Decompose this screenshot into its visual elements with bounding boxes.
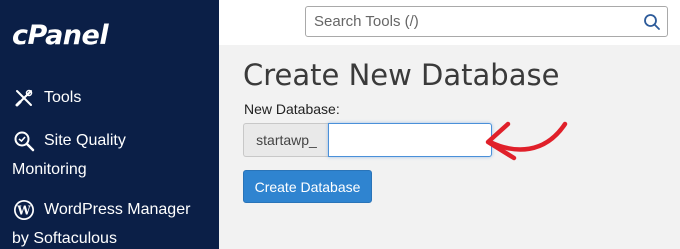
sidebar-item-label: Site Quality	[44, 132, 126, 149]
sidebar-item-label-continued: Monitoring	[12, 161, 87, 178]
create-database-button[interactable]: Create Database	[243, 170, 372, 203]
sidebar: cPanel Tools Site Quality Monitoring W W…	[0, 0, 219, 249]
sidebar-item-site-quality-monitoring[interactable]: Site Quality Monitoring	[12, 126, 126, 184]
tools-icon	[12, 86, 36, 110]
new-database-label: New Database:	[244, 101, 340, 117]
svg-text:W: W	[16, 203, 31, 217]
search-input[interactable]	[306, 7, 636, 36]
sidebar-item-tools[interactable]: Tools	[12, 83, 81, 112]
magnifier-icon	[12, 129, 36, 153]
sidebar-item-label: WordPress Manager	[44, 201, 191, 218]
database-prefix: startawp_	[243, 123, 329, 157]
page-title: Create New Database	[243, 58, 560, 92]
annotation-arrow-icon	[485, 121, 568, 161]
sidebar-item-wordpress-manager[interactable]: W WordPress Manager by Softaculous	[12, 195, 190, 249]
cpanel-logo[interactable]: cPanel	[12, 20, 109, 51]
search-icon[interactable]	[643, 13, 661, 31]
sidebar-item-label: Tools	[44, 89, 82, 106]
sidebar-item-label-continued: by Softaculous	[12, 230, 117, 247]
new-database-input[interactable]	[328, 123, 492, 157]
wordpress-icon: W	[12, 198, 36, 222]
search-box	[305, 6, 668, 37]
top-bar	[219, 0, 680, 45]
